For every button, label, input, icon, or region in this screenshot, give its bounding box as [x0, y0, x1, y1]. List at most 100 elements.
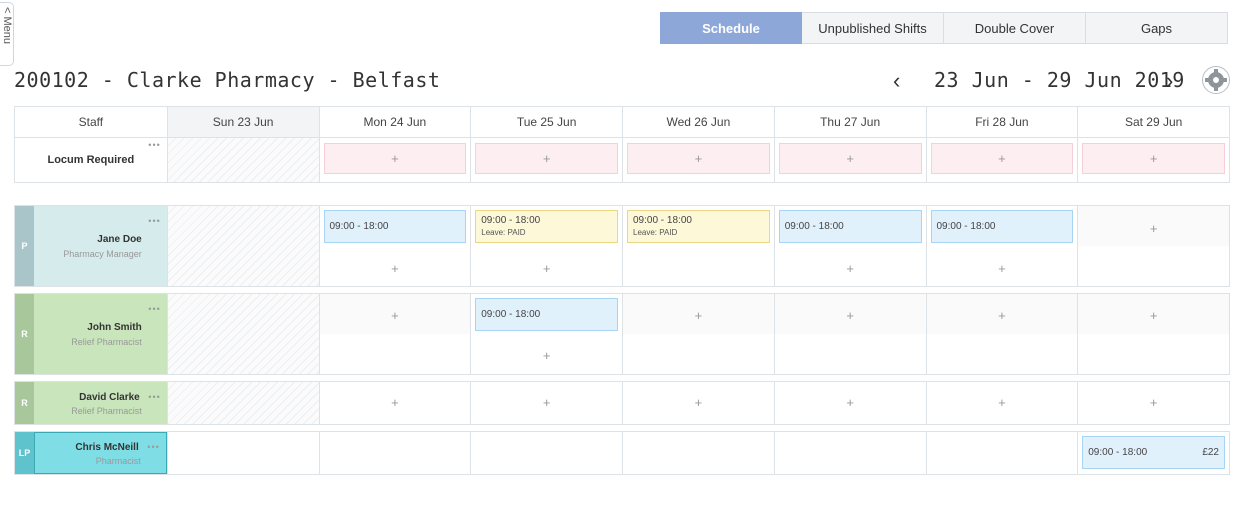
add-shift-button[interactable]: + [320, 308, 471, 323]
staff-name: Chris McNeill [75, 442, 139, 453]
day-header-tue: Tue 25 Jun [470, 107, 622, 137]
grid-header-row: Staff Sun 23 Jun Mon 24 Jun Tue 25 Jun W… [14, 106, 1230, 138]
staff-cell[interactable]: P ••• Jane Doe Pharmacy Manager [15, 206, 167, 286]
day-cell-mon: + [318, 294, 471, 374]
add-shift-button[interactable]: + [775, 308, 926, 323]
shift-block[interactable]: 09:00 - 18:00 £22 [1082, 436, 1225, 469]
gear-icon[interactable] [1202, 66, 1230, 94]
add-locum-button[interactable]: + [930, 143, 1074, 174]
add-shift-button[interactable]: + [623, 395, 774, 410]
shift-time: 09:00 - 18:00 [784, 221, 844, 232]
locum-required-label: Locum Required [47, 154, 135, 166]
more-options-icon[interactable]: ••• [148, 216, 160, 226]
more-options-icon[interactable]: ••• [148, 140, 160, 150]
locum-cell-sun [166, 138, 319, 182]
day-header-mon: Mon 24 Jun [318, 107, 471, 137]
day-cell-fri: + [925, 382, 1078, 424]
add-shift-button[interactable]: + [471, 261, 622, 276]
add-locum-button[interactable]: + [323, 143, 467, 174]
role-badge: R [15, 294, 34, 374]
menu-toggle[interactable]: < Menu [0, 2, 14, 66]
shift-time: 09:00 - 18:00 [1088, 447, 1148, 458]
shift-block[interactable]: 09:00 - 18:00 [778, 210, 922, 243]
day-cell-mon [318, 432, 471, 474]
add-shift-button[interactable]: + [1078, 221, 1229, 236]
add-locum-button[interactable]: + [1082, 143, 1225, 174]
view-tabs: Schedule Unpublished Shifts Double Cover… [660, 12, 1228, 44]
schedule-grid: Staff Sun 23 Jun Mon 24 Jun Tue 25 Jun W… [14, 106, 1230, 475]
add-shift-button[interactable]: + [1078, 395, 1229, 410]
tab-unpublished-shifts[interactable]: Unpublished Shifts [802, 12, 944, 44]
shift-block[interactable]: 09:00 - 18:00 [475, 298, 618, 331]
shift-price: £22 [1202, 447, 1219, 458]
day-header-thu: Thu 27 Jun [773, 107, 926, 137]
tab-gaps[interactable]: Gaps [1086, 12, 1228, 44]
day-cell-fri [925, 432, 1078, 474]
shift-time: 09:00 - 18:00 [481, 215, 541, 226]
day-cell-thu: + [773, 294, 926, 374]
staff-role: Relief Pharmacist [71, 406, 142, 416]
day-cell-thu [773, 432, 926, 474]
shift-block[interactable]: 09:00 - 18:00 [930, 210, 1074, 243]
staff-name: David Clarke [79, 392, 140, 403]
locum-cell-mon: + [318, 138, 471, 182]
shift-time: 09:00 - 18:00 [633, 215, 692, 226]
day-cell-fri: 09:00 - 18:00 + [925, 206, 1078, 286]
menu-label: < Menu [1, 7, 13, 44]
staff-cell[interactable]: R ••• David Clarke Relief Pharmacist [15, 382, 167, 424]
leave-shift-block[interactable]: 09:00 - 18:00 Leave: PAID [475, 210, 618, 243]
staff-role: Pharmacist [95, 456, 141, 466]
add-shift-button[interactable]: + [1078, 308, 1229, 323]
staff-row-david-clarke: R ••• David Clarke Relief Pharmacist + +… [14, 381, 1230, 425]
day-cell-tue: 09:00 - 18:00 Leave: PAID + [470, 206, 622, 286]
add-locum-button[interactable]: + [778, 143, 922, 174]
add-shift-button[interactable]: + [471, 395, 622, 410]
add-shift-button[interactable]: + [320, 261, 471, 276]
add-locum-button[interactable]: + [627, 143, 770, 174]
staff-row-john-smith: R ••• John Smith Relief Pharmacist + 09:… [14, 293, 1230, 375]
locum-cell-thu: + [773, 138, 926, 182]
staff-cell[interactable]: R ••• John Smith Relief Pharmacist [15, 294, 167, 374]
more-options-icon[interactable]: ••• [148, 392, 160, 402]
add-shift-button[interactable]: + [775, 395, 926, 410]
more-options-icon[interactable]: ••• [148, 304, 160, 314]
day-cell-mon: 09:00 - 18:00 + [318, 206, 471, 286]
add-shift-button[interactable]: + [927, 261, 1078, 276]
day-cell-sat: 09:00 - 18:00 £22 [1077, 432, 1229, 474]
locum-cell-tue: + [470, 138, 622, 182]
staff-cell[interactable]: LP ••• Chris McNeill Pharmacist [15, 432, 167, 474]
day-header-fri: Fri 28 Jun [925, 107, 1078, 137]
shift-time: 09:00 - 18:00 [481, 309, 541, 320]
day-cell-wed: + [622, 382, 774, 424]
leave-note: Leave: PAID [481, 228, 526, 237]
day-cell-mon: + [318, 382, 471, 424]
previous-week-icon[interactable]: ‹ [893, 68, 900, 94]
next-week-icon[interactable]: › [1166, 68, 1173, 94]
shift-block[interactable]: 09:00 - 18:00 [323, 210, 467, 243]
locum-cell-fri: + [925, 138, 1078, 182]
day-header-sun: Sun 23 Jun [166, 107, 319, 137]
more-options-icon[interactable]: ••• [147, 442, 159, 452]
tab-schedule[interactable]: Schedule [660, 12, 802, 44]
day-cell-sun [166, 382, 319, 424]
tab-double-cover[interactable]: Double Cover [944, 12, 1086, 44]
staff-name: Jane Doe [97, 234, 142, 245]
add-shift-button[interactable]: + [775, 261, 926, 276]
day-header-wed: Wed 26 Jun [622, 107, 774, 137]
week-range: 23 Jun - 29 Jun 2019 [934, 68, 1185, 92]
add-shift-button[interactable]: + [927, 395, 1078, 410]
leave-shift-block[interactable]: 09:00 - 18:00 Leave: PAID [627, 210, 770, 243]
add-shift-button[interactable]: + [471, 348, 622, 363]
locum-cell-sat: + [1077, 138, 1229, 182]
add-shift-button[interactable]: + [927, 308, 1078, 323]
day-header-sat: Sat 29 Jun [1077, 107, 1229, 137]
staff-name: John Smith [87, 322, 142, 333]
add-shift-button[interactable]: + [623, 308, 774, 323]
day-cell-tue [470, 432, 622, 474]
staff-role: Relief Pharmacist [71, 337, 142, 347]
shift-time: 09:00 - 18:00 [329, 221, 389, 232]
day-cell-sat: + [1077, 294, 1229, 374]
add-shift-button[interactable]: + [320, 395, 471, 410]
day-cell-wed: + [622, 294, 774, 374]
add-locum-button[interactable]: + [475, 143, 618, 174]
